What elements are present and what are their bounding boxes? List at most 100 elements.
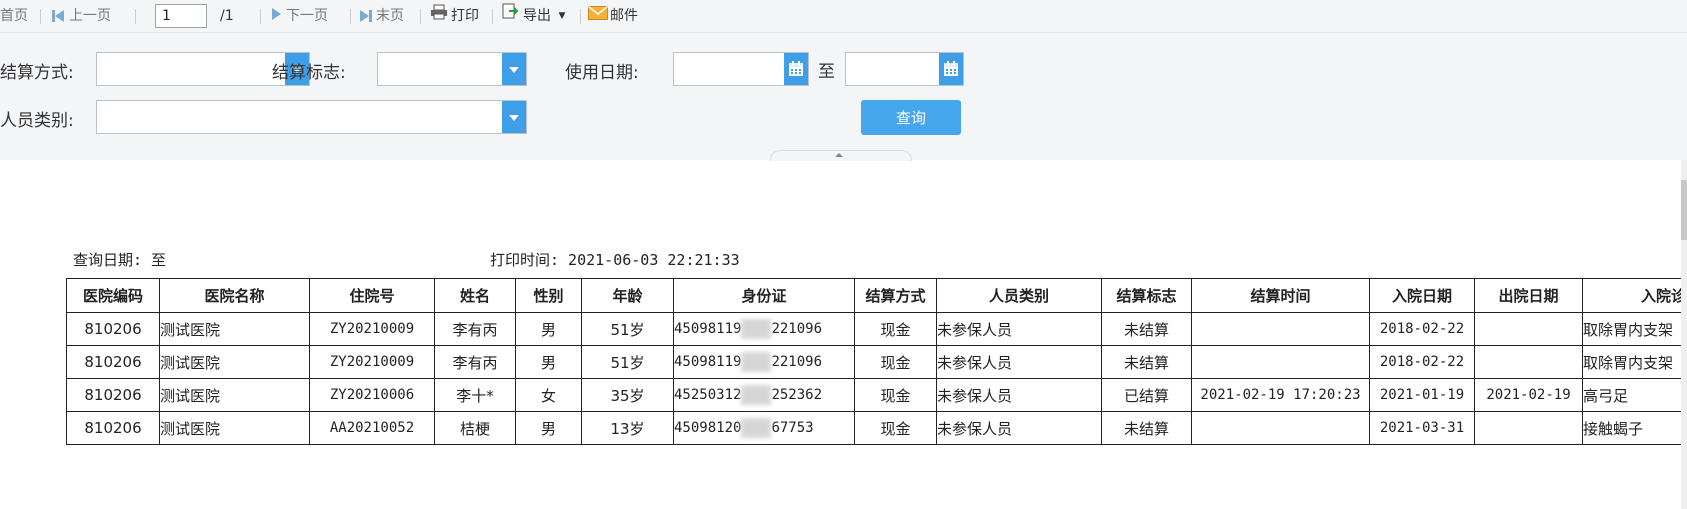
cell-id-card: 45098119 221096	[673, 312, 855, 346]
table-row: 810206 测试医院 ZY20210009 李有丙 男 51岁 4509811…	[66, 312, 1687, 346]
cell-hospital-code: 810206	[66, 411, 160, 445]
person-type-select[interactable]	[96, 100, 527, 134]
cell-inpatient-no: ZY20210009	[309, 345, 435, 379]
calendar-icon[interactable]	[784, 53, 808, 85]
id-prefix: 45098119	[674, 321, 742, 337]
chevron-down-icon[interactable]	[502, 53, 526, 85]
cell-settle-flag: 已结算	[1101, 378, 1192, 412]
cell-gender: 男	[515, 411, 582, 445]
cell-settle-time	[1191, 411, 1370, 445]
cell-hospital-code: 810206	[66, 378, 160, 412]
cell-settle-time: 2021-02-19 17:20:23	[1191, 378, 1370, 412]
cell-diagnosis: 取除胃内支架	[1582, 345, 1687, 379]
cell-gender: 女	[515, 378, 582, 412]
cell-admit-date: 2018-02-22	[1369, 345, 1475, 379]
cell-settle-method: 现金	[854, 312, 937, 346]
filter-panel: 结算方式: 结算标志: 使用日期: 至 人员类别:	[0, 33, 1687, 160]
collapse-filter-toggle[interactable]	[770, 150, 912, 161]
cell-patient-name: 李有丙	[434, 312, 516, 346]
date-to-label: 至	[818, 62, 835, 82]
toolbar-divider	[420, 9, 421, 24]
cell-inpatient-no: AA20210052	[309, 411, 435, 445]
triangle-right-icon	[272, 0, 281, 32]
first-page-label: 首页	[0, 8, 28, 24]
cell-inpatient-no: ZY20210006	[309, 378, 435, 412]
prev-page-button[interactable]: 上一页	[52, 0, 111, 32]
cell-gender: 男	[515, 345, 582, 379]
id-prefix: 45098119	[674, 354, 742, 370]
column-header: 入院日期	[1369, 278, 1475, 313]
cell-settle-method: 现金	[854, 345, 937, 379]
cell-discharge-date	[1474, 312, 1583, 346]
first-page-button[interactable]: 首页	[0, 0, 28, 32]
cell-discharge-date	[1474, 411, 1583, 445]
cell-inpatient-no: ZY20210009	[309, 312, 435, 346]
print-button[interactable]: 打印	[430, 0, 479, 32]
toolbar-divider	[40, 9, 41, 24]
cell-age: 35岁	[581, 378, 674, 412]
column-header: 结算标志	[1101, 278, 1192, 313]
id-suffix: 252362	[771, 387, 823, 403]
cell-age: 51岁	[581, 345, 674, 379]
report-table: 医院编码 医院名称 住院号 姓名 性别 年龄 身份证 结算方式 人员类别 结算标…	[66, 278, 1687, 445]
column-header: 住院号	[309, 278, 435, 313]
column-header: 性别	[515, 278, 582, 313]
mail-label: 邮件	[610, 8, 638, 24]
start-date-input[interactable]	[673, 52, 809, 86]
mail-icon	[588, 0, 608, 32]
page-number-input[interactable]	[155, 4, 207, 28]
settle-flag-select[interactable]	[377, 52, 527, 86]
cell-settle-method: 现金	[854, 378, 937, 412]
cell-patient-name: 李有丙	[434, 345, 516, 379]
toolbar-divider	[580, 9, 581, 24]
id-prefix: 45250312	[674, 387, 742, 403]
calendar-icon[interactable]	[939, 53, 963, 85]
scrollbar-thumb[interactable]	[1681, 180, 1687, 240]
cell-discharge-date: 2021-02-19	[1474, 378, 1583, 412]
cell-patient-name: 李十*	[434, 378, 516, 412]
vertical-scrollbar[interactable]	[1681, 160, 1687, 509]
cell-hospital-code: 810206	[66, 312, 160, 346]
report-toolbar: 首页 上一页 /1 下一页 末页 打印 导出 ▼ 邮件	[0, 0, 1687, 33]
toolbar-divider	[492, 9, 493, 24]
column-header: 结算时间	[1191, 278, 1370, 313]
cell-settle-time	[1191, 312, 1370, 346]
column-header: 医院名称	[159, 278, 310, 313]
chevron-down-icon[interactable]	[502, 101, 526, 133]
redaction-blur	[741, 418, 772, 438]
column-header: 身份证	[673, 278, 855, 313]
triangle-left-bar-icon	[52, 0, 64, 32]
query-date-label: 查询日期: 至	[73, 251, 167, 269]
last-page-button[interactable]: 末页	[360, 0, 404, 32]
settle-method-label: 结算方式:	[0, 63, 74, 83]
table-row: 810206 测试医院 AA20210052 桔梗 男 13岁 45098120…	[66, 411, 1687, 445]
toolbar-divider	[350, 9, 351, 24]
prev-page-label: 上一页	[69, 8, 111, 24]
next-page-button[interactable]: 下一页	[272, 0, 328, 32]
query-button[interactable]: 查询	[861, 100, 961, 135]
redaction-blur	[741, 352, 772, 372]
redaction-blur	[741, 319, 772, 339]
page-total: /1	[220, 8, 234, 24]
end-date-input[interactable]	[845, 52, 964, 86]
table-row: 810206 测试医院 ZY20210009 李有丙 男 51岁 4509811…	[66, 345, 1687, 379]
cell-settle-method: 现金	[854, 411, 937, 445]
cell-hospital-name: 测试医院	[159, 312, 310, 346]
mail-button[interactable]: 邮件	[588, 0, 638, 32]
column-header: 年龄	[581, 278, 674, 313]
cell-id-card: 45098120 67753	[673, 411, 855, 445]
cell-patient-name: 桔梗	[434, 411, 516, 445]
export-button[interactable]: 导出 ▼	[502, 0, 565, 32]
cell-hospital-name: 测试医院	[159, 411, 310, 445]
cell-hospital-code: 810206	[66, 345, 160, 379]
column-header: 入院诊	[1582, 278, 1687, 313]
cell-admit-date: 2021-01-19	[1369, 378, 1475, 412]
id-suffix: 221096	[771, 354, 823, 370]
cell-hospital-name: 测试医院	[159, 378, 310, 412]
cell-age: 13岁	[581, 411, 674, 445]
redaction-blur	[741, 385, 772, 405]
chevron-down-icon: ▼	[558, 11, 566, 21]
last-page-label: 末页	[376, 8, 404, 24]
id-suffix: 221096	[771, 321, 823, 337]
cell-settle-flag: 未结算	[1101, 411, 1192, 445]
